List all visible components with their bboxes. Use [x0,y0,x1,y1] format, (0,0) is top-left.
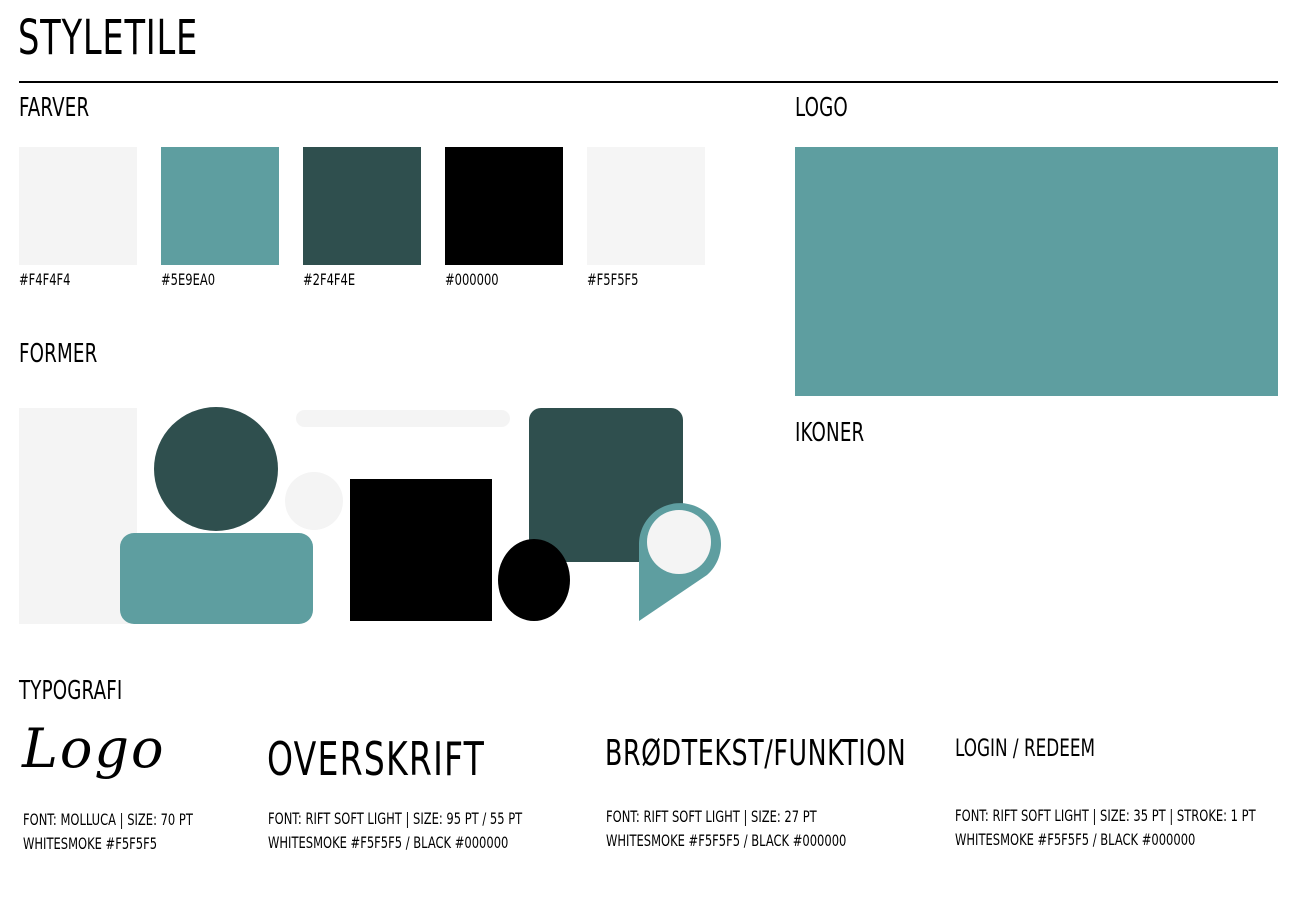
shape-rounded-rectangle [120,533,313,624]
shape-pill-bar [296,410,510,427]
typography-desc-logo-1: FONT: MOLLUCA | SIZE: 70 PT [23,810,193,829]
shape-black-oval [498,539,570,621]
shape-large-circle [154,407,278,531]
typography-sample-login: LOGIN / REDEEM [955,734,1096,762]
shape-small-circle [285,472,343,530]
typography-sample-body: BRØDTEKST/FUNKTION [605,733,907,774]
typography-desc-body-2: WHITESMOKE #F5F5F5 / BLACK #000000 [606,831,847,850]
typography-sample-logo: Logo [22,717,166,780]
typography-desc-heading-2: WHITESMOKE #F5F5F5 / BLACK #000000 [268,833,509,852]
shape-black-square [350,479,492,621]
typography-desc-login-1: FONT: RIFT SOFT LIGHT | SIZE: 35 PT | ST… [955,806,1256,825]
location-pin-dot [647,510,711,574]
typography-desc-body-1: FONT: RIFT SOFT LIGHT | SIZE: 27 PT [606,807,817,826]
typography-desc-logo-2: WHITESMOKE #F5F5F5 [23,834,158,853]
shape-tall-rectangle [19,408,137,624]
typography-heading: TYPOGRAFI [19,676,123,706]
typography-desc-heading-1: FONT: RIFT SOFT LIGHT | SIZE: 95 PT / 55… [268,809,523,828]
typography-sample-heading: OVERSKRIFT [267,732,486,786]
typography-desc-login-2: WHITESMOKE #F5F5F5 / BLACK #000000 [955,830,1196,849]
